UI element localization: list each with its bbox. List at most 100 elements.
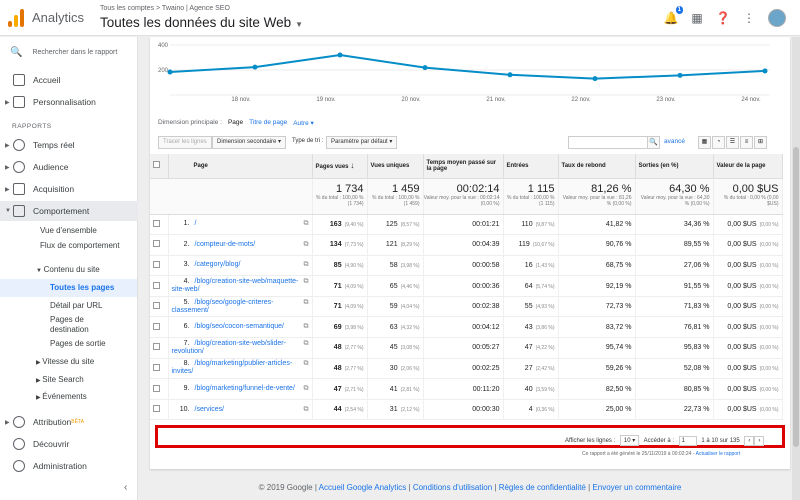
row-checkbox[interactable] [150, 399, 169, 421]
refresh-report-link[interactable]: Actualiser le rapport [696, 451, 740, 457]
sidebar-sub-all-pages[interactable]: Toutes les pages [0, 279, 137, 297]
table-row[interactable]: 10. ⧉/services/44 (2,54 %) 31 (2,12 %) 00:00:… [150, 399, 783, 421]
col-exit-rate[interactable]: Sorties (en %) [635, 154, 714, 179]
open-external-icon[interactable]: ⧉ [304, 406, 309, 414]
pivot-view-icon[interactable]: ⊞ [754, 136, 767, 149]
page-scrollbar[interactable] [792, 37, 800, 500]
performance-view-icon[interactable]: ☰ [726, 136, 739, 149]
table-row[interactable]: 7. ⧉/blog/creation-site-web/slider-revolu… [150, 337, 783, 359]
goto-page-input[interactable]: 1 [678, 436, 697, 446]
table-row[interactable]: 2. ⧉/compteur-de-mots/134 (7,73 %) 121 (8,29… [150, 234, 783, 256]
footer-link-home[interactable]: Accueil Google Analytics [319, 483, 407, 492]
advanced-filter-link[interactable]: avancé [664, 138, 685, 145]
data-point[interactable] [422, 65, 428, 71]
sidebar-sub-landing[interactable]: Pages de destination [50, 315, 120, 335]
data-point[interactable] [507, 72, 513, 78]
open-external-icon[interactable]: ⧉ [304, 385, 309, 393]
sidebar-item-admin[interactable]: Administration [0, 456, 138, 476]
plot-rows-button[interactable]: Tracer les lignes [158, 136, 212, 149]
avatar[interactable] [768, 9, 786, 27]
sidebar-sub-site-content[interactable]: ▼ Contenu du site [36, 265, 100, 276]
footer-link-feedback[interactable]: Envoyer un commentaire [592, 483, 681, 492]
page-link[interactable]: /services/ [172, 406, 309, 414]
open-external-icon[interactable]: ⧉ [304, 278, 309, 286]
row-checkbox[interactable] [150, 275, 169, 297]
col-page-value[interactable]: Valeur de la page [713, 154, 783, 179]
select-all-checkbox[interactable] [150, 154, 169, 179]
sidebar-item-behavior[interactable]: ▼ Comportement [0, 201, 138, 221]
table-row[interactable]: 5. ⧉/blog/seo/google-criteres-classement/… [150, 296, 783, 318]
dim-other[interactable]: Autre ▾ [293, 119, 314, 127]
table-row[interactable]: 4. ⧉/blog/creation-site-web/maquette-site… [150, 275, 783, 297]
table-search-input[interactable] [568, 136, 658, 149]
data-point[interactable] [762, 68, 768, 74]
sidebar-sub-speed[interactable]: ▶ Vitesse du site [36, 357, 94, 368]
row-checkbox[interactable] [150, 337, 169, 359]
data-point[interactable] [677, 72, 683, 78]
row-checkbox[interactable] [150, 296, 169, 318]
sort-type-dropdown[interactable]: Paramètre par défaut ▾ [326, 136, 398, 149]
rows-per-page-select[interactable]: 10 ▾ [619, 435, 640, 446]
view-selector[interactable]: Toutes les données du site Web ▼ [100, 15, 303, 30]
account-breadcrumb[interactable]: Tous les comptes > Twaino | Agence SEO [100, 5, 230, 12]
sidebar-item-acquisition[interactable]: ▶ Acquisition [0, 179, 138, 199]
next-page-icon[interactable]: › [754, 436, 765, 446]
data-point[interactable] [592, 76, 598, 82]
sidebar-search[interactable]: 🔍 Rechercher dans le rapport [10, 47, 117, 58]
open-external-icon[interactable]: ⧉ [304, 261, 309, 269]
prev-page-icon[interactable]: ‹ [744, 436, 755, 446]
open-external-icon[interactable]: ⧉ [304, 340, 309, 348]
help-icon[interactable]: ❓ [716, 11, 731, 25]
page-link[interactable]: /category/blog/ [172, 261, 309, 269]
row-checkbox[interactable] [150, 214, 169, 236]
col-avg-time[interactable]: Temps moyen passé sur la page [423, 154, 504, 179]
dim-page-title[interactable]: Titre de page [249, 119, 287, 127]
analytics-logo[interactable] [8, 9, 26, 27]
apps-grid-icon[interactable]: ▦ [690, 11, 704, 25]
row-checkbox[interactable] [150, 316, 169, 339]
open-external-icon[interactable]: ⧉ [304, 241, 309, 249]
row-checkbox[interactable] [150, 255, 169, 277]
sidebar-sub-drilldown[interactable]: Détail par URL [50, 301, 102, 311]
sidebar-item-home[interactable]: Accueil [0, 70, 138, 90]
page-link[interactable]: /blog/seo/google-criteres-classement/ [172, 299, 309, 315]
data-point[interactable] [167, 69, 173, 75]
col-bounce-rate[interactable]: Taux de rebond [558, 154, 636, 179]
data-point[interactable] [337, 52, 343, 58]
sidebar-item-attribution[interactable]: ▶ Attribution BÊTA [0, 412, 138, 432]
sidebar-sub-site-search[interactable]: ▶ Site Search [36, 375, 84, 386]
table-view-icon[interactable]: ▦ [698, 136, 711, 149]
comparison-view-icon[interactable]: ≡ [740, 136, 753, 149]
col-entrances[interactable]: Entrées [503, 154, 559, 179]
table-row[interactable]: 1. ⧉/163 (9,40 %) 125 (8,57 %) 00:01:21 110 (9,… [150, 214, 783, 236]
table-row[interactable]: 6. ⧉/blog/seo/cocon-semantique/69 (3,98 %)… [150, 316, 783, 339]
sidebar-item-audience[interactable]: ▶ Audience [0, 157, 138, 177]
sidebar-sub-overview[interactable]: Vue d'ensemble [40, 226, 97, 236]
open-external-icon[interactable]: ⧉ [304, 220, 309, 228]
scrollbar-thumb[interactable] [793, 147, 799, 447]
collapse-sidebar-icon[interactable]: ‹ [124, 482, 127, 493]
sidebar-sub-flow[interactable]: Flux de comportement [40, 241, 120, 251]
table-row[interactable]: 9. ⧉/blog/marketing/funnel-de-vente/47 (2,… [150, 378, 783, 400]
data-point[interactable] [252, 64, 258, 70]
row-checkbox[interactable] [150, 234, 169, 256]
page-link[interactable]: /blog/marketing/publier-articles-invites… [172, 360, 309, 376]
search-icon[interactable]: 🔍 [647, 136, 660, 149]
open-external-icon[interactable]: ⧉ [304, 299, 309, 307]
sidebar-sub-events[interactable]: ▶ Événements [36, 392, 87, 403]
page-link[interactable]: /blog/seo/cocon-semantique/ [172, 323, 309, 331]
open-external-icon[interactable]: ⧉ [304, 360, 309, 368]
page-link[interactable]: /blog/marketing/funnel-de-vente/ [172, 385, 309, 393]
row-checkbox[interactable] [150, 378, 169, 400]
pie-view-icon[interactable]: ◔ [712, 136, 725, 149]
bell-icon[interactable]: 🔔 1 [664, 6, 683, 25]
open-external-icon[interactable]: ⧉ [304, 323, 309, 331]
secondary-dimension-dropdown[interactable]: Dimension secondaire ▾ [212, 136, 287, 149]
footer-link-privacy[interactable]: Règles de confidentialité [499, 483, 586, 492]
col-page[interactable]: Page [168, 154, 313, 179]
page-link[interactable]: / [172, 220, 309, 228]
page-link[interactable]: /blog/creation-site-web/maquette-site-we… [172, 278, 309, 294]
sidebar-item-custom[interactable]: ▶ Personnalisation [0, 92, 138, 112]
row-checkbox[interactable] [150, 358, 169, 380]
sidebar-item-realtime[interactable]: ▶ Temps réel [0, 135, 138, 155]
